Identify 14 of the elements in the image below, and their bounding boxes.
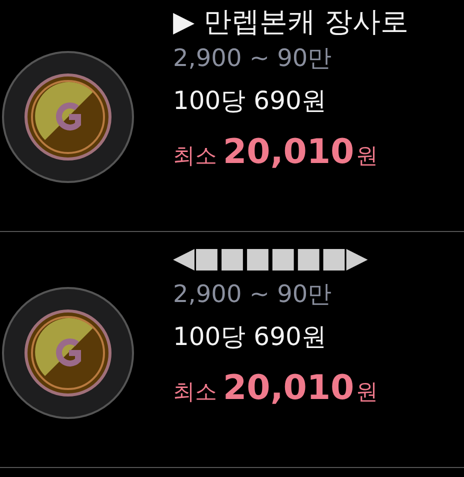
minimum-label: 최소 xyxy=(173,379,217,407)
unit-price: 100당 690원 xyxy=(173,85,326,117)
currency-unit: 원 xyxy=(356,379,378,407)
price-range: 2,900 ~ 90만 xyxy=(173,43,332,74)
price-range: 2,900 ~ 90만 xyxy=(173,279,332,310)
minimum-label: 최소 xyxy=(173,143,217,171)
item-title: ▶ 만렙본캐 장사로 xyxy=(173,4,408,40)
currency-unit: 원 xyxy=(356,143,378,171)
minimum-amount: 20,010 xyxy=(223,132,354,172)
unit-price: 100당 690원 xyxy=(173,321,326,353)
coin-icon xyxy=(1,50,135,184)
item-title: ◀■■■■■■▶ xyxy=(173,240,367,276)
coin-icon xyxy=(1,286,135,420)
minimum-amount: 20,010 xyxy=(223,368,354,408)
